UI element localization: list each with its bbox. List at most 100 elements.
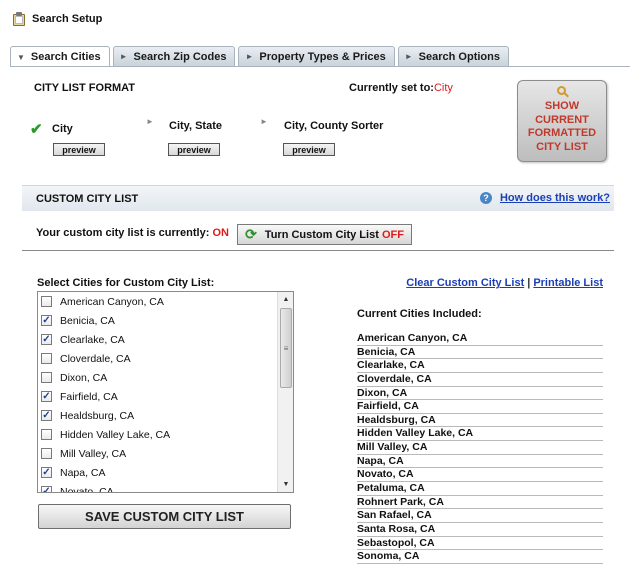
city-list-item[interactable]: ✓ Healdsburg, CA (38, 406, 278, 425)
scroll-up-icon[interactable]: ▲ (278, 292, 293, 307)
city-checkbox[interactable]: ✓ (41, 315, 52, 326)
how-does-this-work: ? How does this work? (479, 192, 610, 204)
tab-search-cities[interactable]: ▼ Search Cities (10, 46, 110, 67)
link-separator: | (527, 277, 531, 289)
show-button-line: SHOW (544, 100, 580, 112)
current-cities-list: American Canyon, CA Benicia, CA Clearlake,… (357, 332, 603, 564)
city-checkbox[interactable]: ✓ (41, 334, 52, 345)
format-option-label: City, State (169, 120, 222, 132)
current-cities-label: Current Cities Included: (357, 308, 482, 320)
tab-search-zip-codes[interactable]: ► Search Zip Codes (112, 46, 236, 66)
current-city-item: Novato, CA (357, 468, 603, 483)
clear-custom-city-list-link[interactable]: Clear Custom City List (406, 277, 524, 289)
city-label: Hidden Valley Lake, CA (60, 428, 171, 441)
city-list-item[interactable]: ✓ Fairfield, CA (38, 387, 278, 406)
chevron-right-icon: ► (245, 52, 254, 61)
current-city-item: Napa, CA (357, 455, 603, 469)
tab-label: Search Options (418, 50, 500, 63)
triangle-right-icon: ► (146, 117, 154, 126)
current-city-item: American Canyon, CA (357, 332, 603, 346)
current-city-item: Healdsburg, CA (357, 414, 603, 428)
tab-search-options[interactable]: ► Search Options (397, 46, 509, 66)
scrollbar[interactable]: ▲ ≡ ▼ (277, 292, 293, 492)
save-custom-city-list-button[interactable]: SAVE CUSTOM CITY LIST (38, 504, 291, 529)
custom-city-list-title: CUSTOM CITY LIST (36, 193, 139, 205)
city-checkbox[interactable]: ✓ (41, 486, 52, 492)
city-label: American Canyon, CA (60, 295, 164, 308)
format-option-label: City, County Sorter (284, 120, 384, 132)
preview-button-city-state[interactable]: preview (168, 143, 220, 156)
current-city-item: Sebastopol, CA (357, 537, 603, 551)
city-label: Dixon, CA (60, 371, 108, 384)
page-title: Search Setup (32, 13, 103, 25)
currently-label: Currently set to: (349, 82, 434, 94)
city-list-item[interactable]: Hidden Valley Lake, CA (38, 425, 278, 444)
current-city-item: Cloverdale, CA (357, 373, 603, 387)
page-header: Search Setup (12, 10, 102, 28)
preview-button-city-county-sorter[interactable]: preview (283, 143, 335, 156)
help-icon[interactable]: ? (479, 192, 492, 204)
city-list-item[interactable]: ✓ Clearlake, CA (38, 330, 278, 349)
preview-button-city[interactable]: preview (53, 143, 105, 156)
city-list-item[interactable]: ✓ Napa, CA (38, 463, 278, 482)
tab-property-types-prices[interactable]: ► Property Types & Prices (238, 46, 395, 66)
tab-label: Search Zip Codes (133, 50, 227, 63)
turn-custom-city-list-off-button[interactable]: ⟳ Turn Custom City List OFF (237, 224, 412, 245)
clipboard-icon (12, 12, 27, 26)
magnifier-icon (555, 85, 569, 99)
chevron-right-icon: ► (404, 52, 413, 61)
scroll-thumb[interactable]: ≡ (280, 308, 292, 388)
printable-list-link[interactable]: Printable List (533, 277, 603, 289)
city-list-item[interactable]: ✓ Novato, CA (38, 482, 278, 493)
current-city-item: Rohnert Park, CA (357, 496, 603, 510)
list-links: Clear Custom City List | Printable List (406, 277, 603, 289)
current-city-item: Petaluma, CA (357, 482, 603, 496)
custom-city-list-header: CUSTOM CITY LIST ? How does this work? (22, 185, 614, 211)
city-select-list[interactable]: American Canyon, CA ✓ Benicia, CA ✓ Clearlak… (37, 291, 294, 493)
current-city-item: Hidden Valley Lake, CA (357, 427, 603, 442)
city-checkbox[interactable] (41, 372, 52, 383)
current-city-item: Fairfield, CA (357, 400, 603, 414)
format-option-city-county-sorter[interactable]: City, County Sorter (284, 120, 383, 132)
city-list-item[interactable]: Cloverdale, CA (38, 349, 278, 368)
current-city-item: San Rafael, CA (357, 509, 603, 523)
current-city-item: Santa Rosa, CA (357, 523, 603, 537)
toggle-label: Turn Custom City List (264, 228, 379, 241)
city-label: Novato, CA (60, 485, 114, 493)
city-label: Benicia, CA (60, 314, 115, 327)
tab-label: Property Types & Prices (259, 50, 386, 63)
city-label: Fairfield, CA (60, 390, 118, 403)
city-label: Napa, CA (60, 466, 106, 479)
status-label: Your custom city list is currently: (36, 227, 210, 239)
current-city-item: Dixon, CA (357, 387, 603, 401)
city-list-item[interactable]: ✓ Benicia, CA (38, 311, 278, 330)
chevron-right-icon: ► (119, 52, 128, 61)
city-checkbox[interactable]: ✓ (41, 391, 52, 402)
tab-label: Search Cities (30, 51, 101, 63)
format-option-city-state[interactable]: City, State (169, 120, 222, 132)
current-city-item: Benicia, CA (357, 346, 603, 360)
city-label: Healdsburg, CA (60, 409, 135, 422)
format-option-label: City (52, 123, 73, 135)
select-cities-label: Select Cities for Custom City List: (37, 277, 215, 289)
city-list-item[interactable]: Mill Valley, CA (38, 444, 278, 463)
how-does-this-work-link[interactable]: How does this work? (500, 192, 610, 204)
format-option-city[interactable]: ✔ City (30, 120, 73, 138)
show-formatted-city-list-button[interactable]: SHOW CURRENT FORMATTED CITY LIST (517, 80, 607, 162)
city-list-item[interactable]: Dixon, CA (38, 368, 278, 387)
city-list-item[interactable]: American Canyon, CA (38, 292, 278, 311)
city-checkbox[interactable] (41, 429, 52, 440)
custom-list-status: Your custom city list is currently: ON (36, 227, 229, 239)
tab-bar: ▼ Search Cities ► Search Zip Codes ► Pro… (10, 46, 512, 67)
refresh-icon: ⟳ (245, 226, 257, 242)
city-checkbox[interactable] (41, 296, 52, 307)
tab-content: CITY LIST FORMAT Currently set to:City ✔… (22, 67, 614, 564)
city-checkbox[interactable] (41, 353, 52, 364)
city-checkbox[interactable]: ✓ (41, 467, 52, 478)
city-checkbox[interactable] (41, 448, 52, 459)
scroll-down-icon[interactable]: ▼ (278, 477, 293, 492)
city-checkbox[interactable]: ✓ (41, 410, 52, 421)
show-button-line: CURRENT (535, 113, 589, 126)
triangle-right-icon: ► (260, 117, 268, 126)
current-city-item: Clearlake, CA (357, 359, 603, 373)
